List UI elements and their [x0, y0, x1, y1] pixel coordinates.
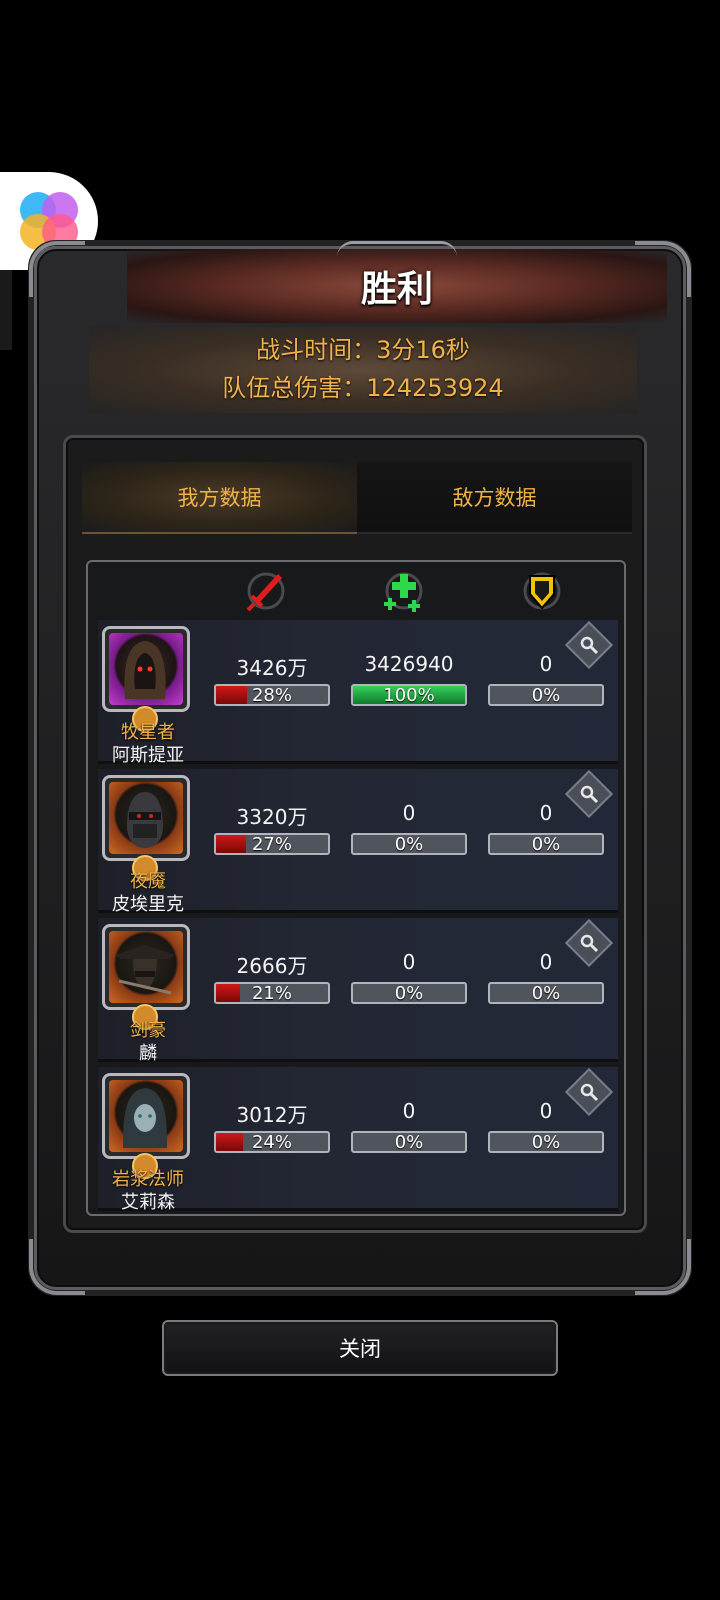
defense-bar: 0% [488, 833, 604, 855]
hero-row: 牧星者 阿斯提亚 3426万 28% 3426940 100% 0 0% [98, 620, 618, 766]
hero-name: 阿斯提亚 [112, 745, 184, 766]
hooded-hero-icon [124, 641, 166, 699]
defense-percent: 0% [531, 983, 561, 1004]
heal-bar: 0% [351, 1131, 467, 1153]
hero-name: 皮埃里克 [112, 894, 184, 915]
close-button[interactable]: 关闭 [162, 1320, 558, 1376]
battle-summary: 战斗时间：3分16秒 队伍总伤害：124253924 [89, 327, 637, 413]
heal-value: 0 [402, 950, 416, 974]
damage-bar: 21% [214, 982, 330, 1004]
frame-corner [29, 1239, 85, 1295]
screen-edge-strip [0, 270, 12, 350]
heal-value: 0 [402, 1099, 416, 1123]
frame-corner [29, 241, 85, 297]
heal-percent: 0% [394, 983, 424, 1004]
hero-portrait[interactable] [102, 775, 190, 861]
damage-value: 3012万 [236, 1103, 308, 1127]
sword-icon [246, 572, 285, 612]
battle-result-panel: 胜利 战斗时间：3分16秒 队伍总伤害：124253924 我方数据 敌方数据 [29, 241, 691, 1295]
defense-percent: 0% [531, 834, 561, 855]
hero-portrait[interactable] [102, 626, 190, 712]
data-tabs: 我方数据 敌方数据 [82, 462, 632, 534]
heal-value: 3426940 [364, 652, 454, 676]
heal-bar: 0% [351, 982, 467, 1004]
defense-bar: 0% [488, 1131, 604, 1153]
damage-cell: 3426万 28% [214, 652, 330, 706]
hero-row: 岩浆法师 艾莉森 3012万 24% 0 0% 0 0% [98, 1067, 618, 1213]
avatar [109, 1080, 183, 1152]
damage-bar: 28% [214, 684, 330, 706]
defense-percent: 0% [531, 1132, 561, 1153]
stats-container: 我方数据 敌方数据 牧星者 阿斯提亚 3426万 28% 3426940 100… [63, 435, 647, 1233]
damage-value: 3320万 [236, 805, 308, 829]
avatar [109, 931, 183, 1003]
heal-percent: 0% [394, 1132, 424, 1153]
team-total-damage: 队伍总伤害：124253924 [222, 374, 504, 402]
hero-portrait[interactable] [102, 1073, 190, 1159]
heal-cell: 0 0% [351, 950, 467, 1004]
damage-percent: 27% [251, 834, 292, 855]
damage-value: 2666万 [236, 954, 308, 978]
damage-cell: 3012万 24% [214, 1099, 330, 1153]
heal-bar: 0% [351, 833, 467, 855]
shield-icon [523, 572, 561, 610]
avatar [109, 782, 183, 854]
frame-corner [635, 1239, 691, 1295]
hero-portrait[interactable] [102, 924, 190, 1010]
tab-our-data[interactable]: 我方数据 [82, 462, 357, 534]
avatar [109, 633, 183, 705]
damage-percent: 24% [251, 1132, 292, 1153]
hero-row: 剑豪 麟 2666万 21% 0 0% 0 0% [98, 918, 618, 1064]
magnifier-icon [580, 785, 599, 804]
damage-cell: 2666万 21% [214, 950, 330, 1004]
hero-name: 艾莉森 [121, 1192, 175, 1213]
swordsman-hero-icon [115, 945, 175, 995]
magnifier-icon [580, 1083, 599, 1102]
heal-percent: 0% [394, 834, 424, 855]
mage-hero-icon [123, 1088, 167, 1148]
damage-bar: 27% [214, 833, 330, 855]
damage-bar: 24% [214, 1131, 330, 1153]
damage-value: 3426万 [236, 656, 308, 680]
title-banner: 胜利 [127, 241, 667, 323]
masked-hero-icon [127, 792, 163, 848]
column-headers [88, 562, 624, 620]
heal-cell: 3426940 100% [351, 652, 467, 706]
hero-stats-table: 牧星者 阿斯提亚 3426万 28% 3426940 100% 0 0% 夜魇 … [86, 560, 626, 1216]
tab-enemy-data[interactable]: 敌方数据 [357, 462, 632, 534]
damage-percent: 21% [251, 983, 292, 1004]
damage-percent: 28% [251, 685, 292, 706]
hero-row: 夜魇 皮埃里克 3320万 27% 0 0% 0 0% [98, 769, 618, 915]
damage-cell: 3320万 27% [214, 801, 330, 855]
heal-cell: 0 0% [351, 801, 467, 855]
heal-bar: 100% [351, 684, 467, 706]
hero-name: 麟 [139, 1043, 157, 1064]
heal-cell: 0 0% [351, 1099, 467, 1153]
defense-bar: 0% [488, 684, 604, 706]
magnifier-icon [580, 934, 599, 953]
battle-time: 战斗时间：3分16秒 [256, 336, 470, 364]
page-title: 胜利 [360, 268, 433, 310]
title-ornament [337, 241, 457, 257]
magnifier-icon [580, 636, 599, 655]
defense-bar: 0% [488, 982, 604, 1004]
heal-cross-icon [384, 572, 423, 612]
heal-value: 0 [402, 801, 416, 825]
heal-percent: 100% [383, 685, 435, 706]
defense-percent: 0% [531, 685, 561, 706]
